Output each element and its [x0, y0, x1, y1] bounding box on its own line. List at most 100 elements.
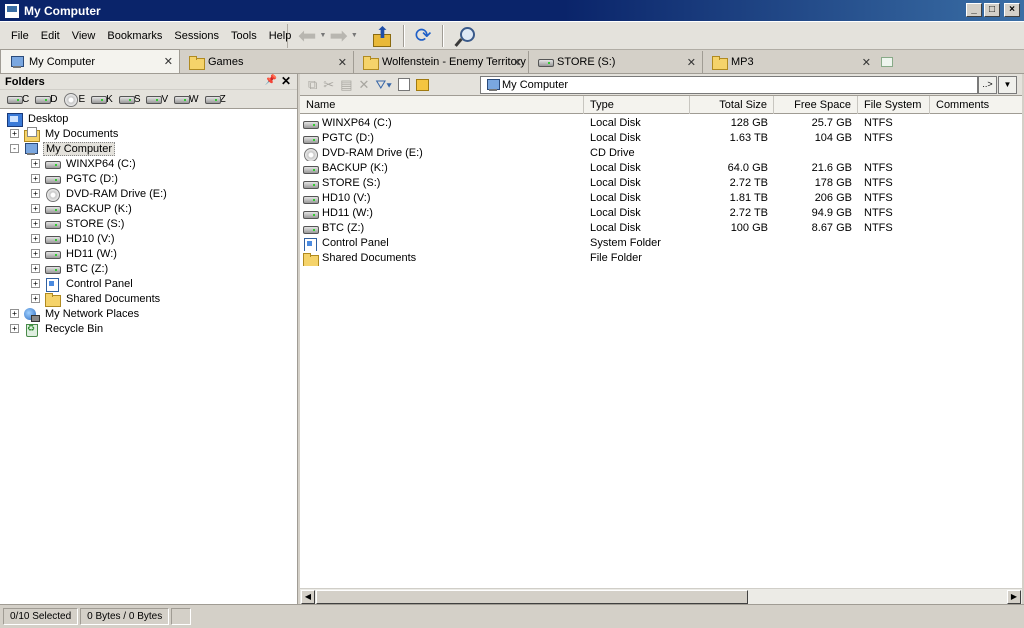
scroll-right-icon[interactable]: ▶	[1007, 590, 1021, 604]
close-tab-icon[interactable]: ✕	[687, 56, 696, 69]
list-item[interactable]: BTC (Z:) Local Disk 100 GB 8.67 GB NTFS	[300, 221, 1022, 236]
list-item[interactable]: Control Panel System Folder	[300, 236, 1022, 251]
close-tab-icon[interactable]: ✕	[164, 55, 173, 68]
list-item[interactable]: STORE (S:) Local Disk 2.72 TB 178 GB NTF…	[300, 176, 1022, 191]
tree-item-my-network-places[interactable]: + My Network Places	[0, 306, 297, 322]
tab-store[interactable]: STORE (S:) ✕	[529, 51, 703, 73]
tree-item-winxp64[interactable]: + WINXP64 (C:)	[0, 156, 297, 171]
tree-item-dvd-ram[interactable]: + DVD-RAM Drive (E:)	[0, 186, 297, 202]
column-header-total-size[interactable]: Total Size	[690, 96, 774, 114]
maximize-button[interactable]: □	[984, 3, 1000, 17]
list-item[interactable]: DVD-RAM Drive (E:) CD Drive	[300, 146, 1022, 161]
delete-icon[interactable]: ✕	[359, 77, 370, 93]
list-item[interactable]: WINXP64 (C:) Local Disk 128 GB 25.7 GB N…	[300, 116, 1022, 131]
list-item[interactable]: HD10 (V:) Local Disk 1.81 TB 206 GB NTFS	[300, 191, 1022, 206]
expand-icon[interactable]: +	[10, 129, 19, 138]
drive-button-c[interactable]: C	[6, 92, 29, 106]
menu-sessions[interactable]: Sessions	[168, 27, 225, 45]
copy-icon[interactable]: ⧉	[308, 77, 317, 93]
back-arrow-icon[interactable]: ⬅	[298, 24, 316, 47]
list-item[interactable]: Shared Documents File Folder	[300, 251, 1022, 266]
horizontal-scrollbar[interactable]: ◀ ▶	[300, 588, 1022, 604]
close-tab-icon[interactable]: ✕	[862, 56, 871, 69]
drive-button-e[interactable]: E	[62, 92, 85, 107]
column-header-comments[interactable]: Comments	[930, 96, 1022, 114]
expand-icon[interactable]: +	[31, 264, 40, 273]
menu-edit[interactable]: Edit	[35, 27, 66, 45]
tree-item-store[interactable]: + STORE (S:)	[0, 216, 297, 231]
collapse-icon[interactable]: -	[10, 144, 19, 153]
expand-icon[interactable]: +	[31, 159, 40, 168]
new-file-icon[interactable]	[397, 78, 410, 91]
drive-button-d[interactable]: D	[34, 92, 57, 106]
expand-icon[interactable]: +	[31, 219, 40, 228]
paste-icon[interactable]: ▤	[340, 77, 352, 93]
menu-file[interactable]: File	[5, 27, 35, 45]
tab-my-computer[interactable]: My Computer ✕	[0, 49, 180, 73]
tree-item-hd10[interactable]: + HD10 (V:)	[0, 231, 297, 246]
search-icon[interactable]	[454, 25, 476, 47]
up-folder-icon[interactable]	[371, 23, 393, 47]
tree-item-my-documents[interactable]: + My Documents	[0, 126, 297, 142]
address-go-button[interactable]: ..>	[978, 76, 997, 94]
tab-label: STORE (S:)	[557, 56, 616, 68]
expand-icon[interactable]: +	[31, 234, 40, 243]
expand-icon[interactable]: +	[10, 324, 19, 333]
title-bar[interactable]: My Computer _ □ ×	[0, 0, 1024, 22]
column-header-type[interactable]: Type	[584, 96, 690, 114]
list-item[interactable]: HD11 (W:) Local Disk 2.72 TB 94.9 GB NTF…	[300, 206, 1022, 221]
tree-item-backup[interactable]: + BACKUP (K:)	[0, 201, 297, 216]
expand-icon[interactable]: +	[31, 279, 40, 288]
scrollbar-thumb[interactable]	[316, 590, 748, 604]
expand-icon[interactable]: +	[31, 294, 40, 303]
tree-item-recycle-bin[interactable]: + Recycle Bin	[0, 321, 297, 337]
expand-icon[interactable]: +	[10, 309, 19, 318]
tree-item-btc[interactable]: + BTC (Z:)	[0, 261, 297, 276]
tab-label: MP3	[731, 56, 754, 68]
refresh-icon[interactable]: ⟳	[415, 25, 432, 47]
list-item[interactable]: PGTC (D:) Local Disk 1.63 TB 104 GB NTFS	[300, 131, 1022, 146]
scroll-left-icon[interactable]: ◀	[301, 590, 315, 604]
menu-view[interactable]: View	[66, 27, 102, 45]
expand-icon[interactable]: +	[31, 204, 40, 213]
tree-item-shared-documents[interactable]: + Shared Documents	[0, 291, 297, 307]
new-folder-icon[interactable]	[415, 78, 429, 91]
close-tab-icon[interactable]: ✕	[338, 56, 347, 69]
menu-tools[interactable]: Tools	[225, 27, 263, 45]
tab-mp3[interactable]: MP3 ✕	[703, 51, 877, 73]
expand-icon[interactable]: +	[31, 249, 40, 258]
expand-icon[interactable]: +	[31, 174, 40, 183]
minimize-button[interactable]: _	[966, 3, 982, 17]
tree-item-hd11[interactable]: + HD11 (W:)	[0, 246, 297, 261]
tab-wolfenstein[interactable]: Wolfenstein - Enemy Territory ✕	[354, 51, 529, 73]
forward-dropdown-icon[interactable]: ▼	[351, 32, 358, 39]
tree-item-my-computer[interactable]: - My Computer	[0, 141, 297, 156]
list-item[interactable]: BACKUP (K:) Local Disk 64.0 GB 21.6 GB N…	[300, 161, 1022, 176]
tab-games[interactable]: Games ✕	[180, 51, 354, 73]
forward-arrow-icon[interactable]: ➡	[329, 24, 347, 47]
close-pane-icon[interactable]: ✕	[281, 74, 291, 88]
column-header-file-system[interactable]: File System	[858, 96, 930, 114]
close-button[interactable]: ×	[1004, 3, 1020, 17]
tree-item-desktop[interactable]: Desktop	[0, 111, 297, 127]
drive-button-v[interactable]: V	[145, 92, 168, 106]
expand-icon[interactable]: +	[31, 189, 40, 198]
tree-item-pgtc[interactable]: + PGTC (D:)	[0, 171, 297, 186]
column-header-name[interactable]: Name	[300, 96, 584, 114]
drive-button-k[interactable]: K	[90, 92, 113, 106]
folders-pane-header: Folders 📌 ✕	[0, 74, 297, 90]
new-tab-icon[interactable]	[881, 57, 893, 67]
back-dropdown-icon[interactable]: ▼	[319, 32, 326, 39]
column-header-free-space[interactable]: Free Space	[774, 96, 858, 114]
tree-item-control-panel[interactable]: + Control Panel	[0, 276, 297, 292]
menu-bookmarks[interactable]: Bookmarks	[101, 27, 168, 45]
address-bar[interactable]: My Computer	[480, 76, 978, 94]
drive-button-w[interactable]: W	[173, 92, 199, 106]
pin-icon[interactable]: 📌	[265, 75, 277, 86]
drive-button-s[interactable]: S	[118, 92, 140, 106]
drive-button-z[interactable]: Z	[204, 92, 226, 106]
close-tab-icon[interactable]: ✕	[513, 56, 522, 69]
cut-icon[interactable]: ✂	[323, 77, 334, 93]
address-dropdown-button[interactable]: ▼	[998, 76, 1017, 94]
filter-icon[interactable]: ⛛▾	[375, 77, 391, 93]
